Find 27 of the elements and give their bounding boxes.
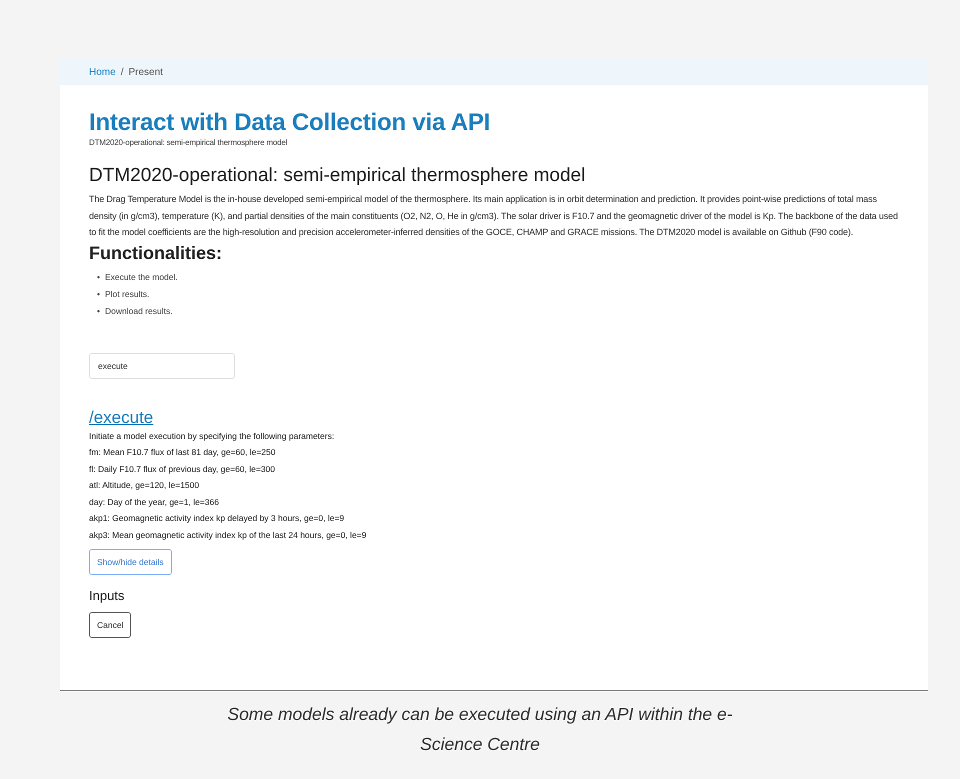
endpoint-description: Initiate a model execution by specifying the following parameters: (89, 430, 336, 443)
bullet-marker: • (97, 304, 101, 318)
model-heading: DTM2020-operational: semi-empirical thermosphere model (89, 164, 586, 188)
parameter-text: fl: Daily F10.7 flux of previous day, ge=60, le=300 (89, 462, 276, 476)
inputs-heading: Inputs (89, 587, 126, 605)
parameter-text: fm: Mean F10.7 flux of last 81 day, ge=60, le=250 (89, 446, 276, 459)
parameter-text: akp1: Geomagnetic activity index kp delayed by 3 hours, ge=0, le=9 (89, 512, 346, 525)
breadcrumb-separator: / (120, 67, 124, 78)
page-title: Interact with Data Collection via API (89, 108, 492, 138)
functionality-item: Download results. (105, 306, 173, 316)
page-subtitle: DTM2020-operational: semi-empirical thermosphere model (89, 138, 288, 148)
breadcrumb-link[interactable]: Home (89, 67, 116, 78)
parameter-text: atl: Altitude, ge=120, le=1500 (89, 479, 200, 492)
parameter-text: akp3: Mean geomagnetic activity index kp of the last 24 hours, ge=0, le=9 (89, 528, 368, 542)
functionality-item: Execute the model. (105, 272, 178, 282)
figure-caption: Some models already can be executed using an API within the e-Science Centre (226, 703, 734, 756)
model-description: The Drag Temperature Model is the in-house developed semi-empirical model of the thermosphere. Its main application is in orbit determination and prediction. It provides point-wise predictions of total mass density (in g/cm3), temperature (K), and partial densities of the main constituents (O2, N2, O, He in g/cm3). The solar driver is F10.7 and the geomagnetic driver of the model is Kp. The backbone of the data used to fit the model coefficients are the high-resolution and precision accelerometer-inferred densities of the GOCE, CHAMP and GRACE missions. The DTM2020 model is available on Github (F90 code). (89, 193, 899, 239)
functionality-item: Plot results. (105, 288, 150, 298)
show-hide-details-button[interactable]: Show/hide details (89, 549, 172, 575)
bullet-marker: • (97, 270, 101, 284)
breadcrumb-current: Present (128, 67, 163, 78)
bullet-marker: • (97, 288, 101, 300)
functionalities-heading: Functionalities: (89, 242, 224, 264)
parameter-text: day: Day of the year, ge=1, le=366 (89, 496, 220, 509)
endpoint-field[interactable]: execute (89, 352, 235, 378)
cancel-button[interactable]: Cancel (89, 612, 132, 638)
endpoint-link[interactable]: /execute (89, 408, 154, 428)
